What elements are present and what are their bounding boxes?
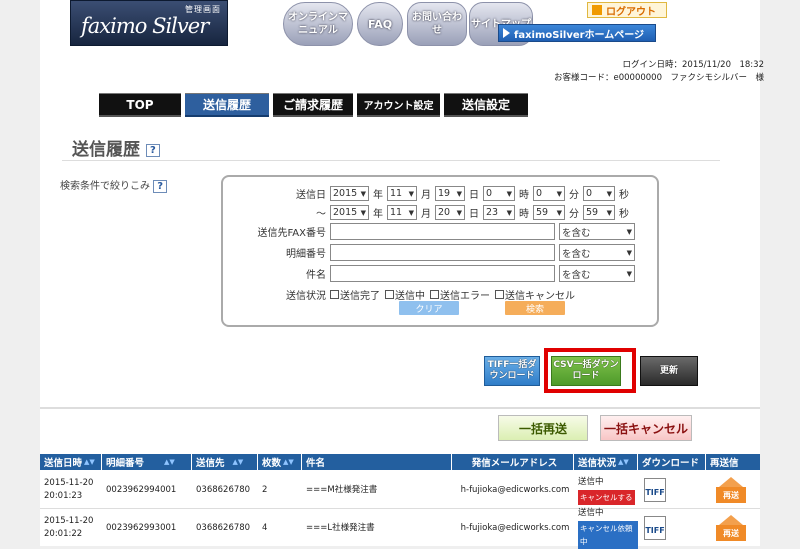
help-icon[interactable]: ? <box>145 143 160 157</box>
logout-button[interactable]: ログアウト <box>587 2 667 18</box>
fax-number-input[interactable] <box>330 223 555 240</box>
tab-billing-history[interactable]: ご請求履歴 <box>273 93 353 117</box>
from-month-select[interactable]: 11 ▼ <box>387 186 417 201</box>
bulk-resend-button[interactable]: 一括再送 <box>498 415 588 441</box>
refresh-button[interactable]: 更新 <box>640 356 698 386</box>
clear-button[interactable]: クリア <box>399 301 459 315</box>
detail-row: 明細番号 を含む ▼ <box>223 244 639 261</box>
from-day-select[interactable]: 19 ▼ <box>435 186 465 201</box>
to-month-select[interactable]: 11 ▼ <box>387 205 417 220</box>
highlight-box <box>544 348 636 393</box>
to-day-select[interactable]: 20 ▼ <box>435 205 465 220</box>
tiff-download-icon[interactable]: TIFF <box>644 516 666 540</box>
to-hour-select[interactable]: 23 ▼ <box>483 205 515 220</box>
sort-icon: ▲▼ <box>164 458 175 466</box>
subject-input[interactable] <box>330 265 555 282</box>
from-min-select[interactable]: 0 ▼ <box>533 186 565 201</box>
cancel-button[interactable]: キャンセルする <box>578 489 635 505</box>
cancel-requested-badge: キャンセル依頼中 <box>578 521 638 549</box>
faximo-silver-logo[interactable]: 管理画面 faximo Silver <box>70 0 228 46</box>
section-divider <box>40 407 760 409</box>
nav-faq[interactable]: FAQ <box>357 2 403 46</box>
status-complete-checkbox[interactable]: 送信完了 <box>330 287 380 302</box>
col-download: ダウンロード <box>638 454 706 470</box>
page-title: 送信履歴 ? <box>72 135 160 160</box>
logout-icon <box>592 5 602 15</box>
customer-info: お客様コード：e00000000 ファクシモシルバー 様 <box>554 73 764 83</box>
tab-account-settings[interactable]: アカウント設定 <box>357 93 440 117</box>
status-cancel-checkbox[interactable]: 送信キャンセル <box>495 287 575 302</box>
col-subject: 件名 <box>302 454 452 470</box>
to-sec-select[interactable]: 59 ▼ <box>583 205 615 220</box>
title-divider <box>62 160 720 161</box>
table-row: 2015-11-20 20:01:23 0023962994001 0368626… <box>40 471 760 509</box>
tab-top[interactable]: TOP <box>99 93 181 117</box>
nav-online-manual[interactable]: オンラインマニュアル <box>283 2 353 46</box>
sort-icon: ▲▼ <box>283 458 294 466</box>
detail-number-input[interactable] <box>330 244 555 261</box>
tab-send-history[interactable]: 送信履歴 <box>185 93 269 117</box>
sort-icon: ▲▼ <box>618 458 629 466</box>
fax-match-select[interactable]: を含む ▼ <box>559 223 635 240</box>
homepage-link[interactable]: faximoSilverホームページ <box>498 24 656 42</box>
col-send-time[interactable]: 送信日時 ▲▼ <box>40 454 102 470</box>
col-email: 発信メールアドレス <box>452 454 574 470</box>
to-year-select[interactable]: 2015 ▼ <box>330 205 369 220</box>
col-destination[interactable]: 送信先 ▲▼ <box>192 454 258 470</box>
tiff-download-icon[interactable]: TIFF <box>644 478 666 502</box>
filter-label: 検索条件で絞りこみ ? <box>60 177 168 193</box>
table-row: 2015-11-20 20:01:22 0023962993001 0368626… <box>40 508 760 549</box>
sort-icon: ▲▼ <box>232 458 244 466</box>
search-panel: 送信日 2015 ▼ 年 11 ▼ 月 19 ▼ 日 0 ▼ 時 0 ▼ 分 0 ▼ 秒 〜 2015 ▼… <box>221 175 659 327</box>
from-sec-select[interactable]: 0 ▼ <box>583 186 615 201</box>
bulk-cancel-button[interactable]: 一括キャンセル <box>600 415 692 441</box>
detail-match-select[interactable]: を含む ▼ <box>559 244 635 261</box>
col-detail-number[interactable]: 明細番号 ▲▼ <box>102 454 192 470</box>
status-error-checkbox[interactable]: 送信エラー <box>430 287 490 302</box>
nav-contact[interactable]: お問い合わせ <box>407 2 467 46</box>
history-table-header: 送信日時 ▲▼ 明細番号 ▲▼ 送信先 ▲▼ 枚数 ▲▼ 件名 発信メールアドレス 送信… <box>40 454 760 470</box>
col-resend: 再送信 <box>710 458 739 469</box>
col-status[interactable]: 送信状況 ▲▼ <box>574 454 638 470</box>
status-sending-checkbox[interactable]: 送信中 <box>385 287 425 302</box>
resend-button[interactable]: 再送 <box>714 477 748 503</box>
subject-match-select[interactable]: を含む ▼ <box>559 265 635 282</box>
help-icon[interactable]: ? <box>153 180 168 193</box>
tab-send-settings[interactable]: 送信設定 <box>444 93 528 117</box>
sort-icon: ▲▼ <box>84 458 95 466</box>
resend-button[interactable]: 再送 <box>714 515 748 541</box>
to-min-select[interactable]: 59 ▼ <box>533 205 565 220</box>
col-pages[interactable]: 枚数 ▲▼ <box>258 454 302 470</box>
status-row: 送信状況 送信完了 送信中 送信エラー 送信キャンセル <box>223 287 580 302</box>
logo-text: faximo Silver <box>81 14 209 38</box>
tiff-bulk-download-button[interactable]: TIFF一括ダウンロード <box>484 356 540 386</box>
search-button[interactable]: 検索 <box>505 301 565 315</box>
fax-row: 送信先FAX番号 を含む ▼ <box>223 223 639 240</box>
date-to-row: 〜 2015 ▼ 年 11 ▼ 月 20 ▼ 日 23 ▼ 時 59 ▼ 分 59 ▼ 秒 <box>316 205 629 220</box>
date-from-row: 送信日 2015 ▼ 年 11 ▼ 月 19 ▼ 日 0 ▼ 時 0 ▼ 分 0 ▼ 秒 <box>296 186 629 201</box>
login-time: ログイン日時：2015/11/20 18:32 <box>622 60 765 70</box>
from-hour-select[interactable]: 0 ▼ <box>483 186 515 201</box>
subject-row: 件名 を含む ▼ <box>223 265 639 282</box>
from-year-select[interactable]: 2015 ▼ <box>330 186 369 201</box>
arrow-right-icon <box>503 28 510 38</box>
